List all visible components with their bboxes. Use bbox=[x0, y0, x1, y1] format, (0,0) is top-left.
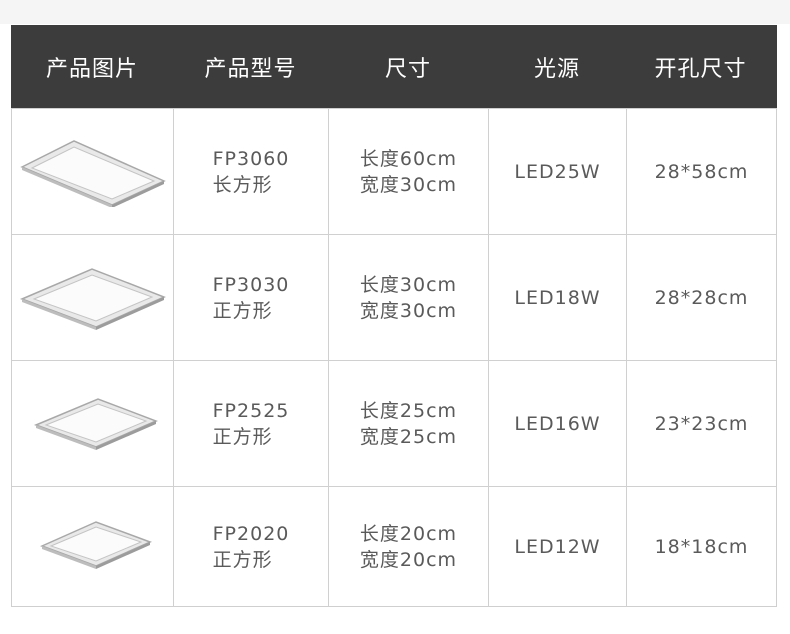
size-width: 宽度30cm bbox=[359, 173, 458, 196]
table-row: FP2525 正方形 长度25cm 宽度25cm LED16W 23*23cm bbox=[12, 360, 776, 486]
size-length: 长度30cm bbox=[359, 273, 458, 296]
cutout-size-cell: 28*58cm bbox=[654, 160, 749, 183]
model-number: FP3030 bbox=[212, 273, 290, 296]
cutout-size-cell: 28*28cm bbox=[654, 286, 749, 309]
model-cell: FP2020 正方形 bbox=[174, 487, 329, 607]
product-image-cell bbox=[12, 487, 174, 607]
size-cell: 长度25cm 宽度25cm bbox=[329, 361, 489, 486]
product-image-cell bbox=[12, 109, 174, 234]
size-length: 长度25cm bbox=[359, 399, 458, 422]
model-shape: 正方形 bbox=[212, 549, 273, 571]
size-width: 宽度25cm bbox=[359, 425, 458, 448]
table-row: FP2020 正方形 长度20cm 宽度20cm LED12W 18*18cm bbox=[12, 486, 776, 607]
size-length: 长度20cm bbox=[359, 523, 458, 545]
product-image-cell bbox=[12, 361, 174, 486]
square-panel-icon bbox=[33, 397, 158, 450]
header-cutout-size: 开孔尺寸 bbox=[654, 56, 747, 82]
model-shape: 长方形 bbox=[212, 173, 273, 196]
table-row: FP3060 长方形 长度60cm 宽度30cm LED25W 28*58cm bbox=[12, 108, 776, 234]
size-cell: 长度60cm 宽度30cm bbox=[329, 109, 489, 234]
rectangular-panel-icon bbox=[19, 139, 166, 207]
size-length: 长度60cm bbox=[359, 147, 458, 170]
size-cell: 长度20cm 宽度20cm bbox=[329, 487, 489, 607]
header-size: 尺寸 bbox=[384, 56, 431, 82]
model-number: FP2020 bbox=[212, 523, 290, 545]
square-panel-icon bbox=[19, 267, 166, 330]
product-spec-table: 产品图片 产品型号 尺寸 光源 开孔尺寸 FP3060 长方形 长度60cm 宽… bbox=[11, 25, 777, 607]
product-image-cell bbox=[12, 235, 174, 360]
model-cell: FP3030 正方形 bbox=[174, 235, 329, 360]
header-product-model: 产品型号 bbox=[204, 56, 297, 82]
model-number: FP2525 bbox=[212, 399, 290, 422]
model-shape: 正方形 bbox=[212, 425, 273, 448]
header-light-source: 光源 bbox=[533, 56, 580, 82]
square-panel-icon bbox=[39, 521, 152, 569]
header-product-image: 产品图片 bbox=[45, 56, 138, 82]
model-number: FP3060 bbox=[212, 147, 290, 170]
light-source-cell: LED16W bbox=[489, 361, 627, 486]
cutout-size-cell: 23*23cm bbox=[654, 412, 749, 435]
light-source-cell: LED18W bbox=[489, 235, 627, 360]
light-source-cell: LED12W bbox=[489, 487, 627, 607]
table-header: 产品图片 产品型号 尺寸 光源 开孔尺寸 bbox=[11, 25, 777, 108]
light-source-cell: LED25W bbox=[489, 109, 627, 234]
model-shape: 正方形 bbox=[212, 299, 273, 322]
size-cell: 长度30cm 宽度30cm bbox=[329, 235, 489, 360]
size-width: 宽度20cm bbox=[359, 549, 458, 571]
size-width: 宽度30cm bbox=[359, 299, 458, 322]
top-strip bbox=[0, 0, 790, 24]
model-cell: FP3060 长方形 bbox=[174, 109, 329, 234]
model-cell: FP2525 正方形 bbox=[174, 361, 329, 486]
cutout-size-cell: 18*18cm bbox=[654, 536, 749, 558]
table-row: FP3030 正方形 长度30cm 宽度30cm LED18W 28*28cm bbox=[12, 234, 776, 360]
table-body: FP3060 长方形 长度60cm 宽度30cm LED25W 28*58cm bbox=[11, 108, 777, 607]
